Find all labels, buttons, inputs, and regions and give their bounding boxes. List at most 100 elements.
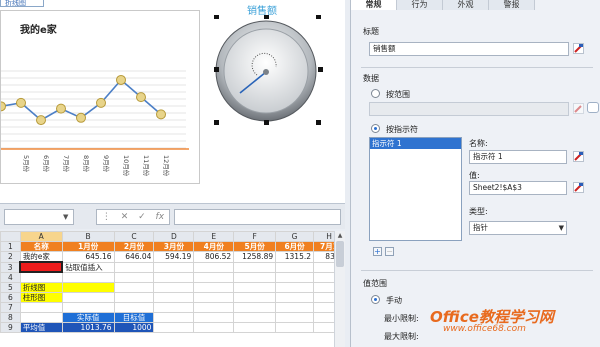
data-point[interactable] <box>116 74 126 85</box>
cell[interactable] <box>275 311 315 323</box>
data-point[interactable] <box>56 103 66 114</box>
cell[interactable] <box>113 271 155 283</box>
tab-appearance[interactable]: 外观 <box>443 0 489 10</box>
formula-input[interactable] <box>174 209 341 225</box>
cell[interactable] <box>275 261 315 273</box>
cell[interactable] <box>233 271 277 283</box>
cell[interactable] <box>275 291 315 303</box>
cell[interactable] <box>193 271 235 283</box>
cell[interactable]: 6月份 <box>275 241 315 252</box>
data-point[interactable] <box>36 115 46 126</box>
value-picker-icon[interactable] <box>573 182 584 193</box>
cell[interactable]: 1月份 <box>61 241 115 252</box>
cell[interactable] <box>233 261 277 273</box>
by-indicator-radio[interactable] <box>371 124 380 133</box>
col-header[interactable]: D <box>153 231 195 242</box>
cell[interactable]: 1258.89 <box>233 251 277 263</box>
cell[interactable] <box>193 261 235 273</box>
comment-icon[interactable] <box>587 102 599 113</box>
cell[interactable] <box>193 291 235 303</box>
row-header[interactable]: 4 <box>0 271 21 283</box>
cell[interactable]: 目标值 <box>113 311 155 323</box>
row-header[interactable]: 8 <box>0 311 21 323</box>
cell[interactable]: 实际值 <box>61 311 115 323</box>
corner-cell[interactable] <box>0 231 21 242</box>
cell[interactable] <box>193 311 235 323</box>
cell[interactable]: 4月份 <box>193 241 235 252</box>
tab-behavior[interactable]: 行为 <box>397 0 443 10</box>
cell[interactable] <box>19 301 63 313</box>
tab-alerts[interactable]: 警报 <box>489 0 535 10</box>
cell[interactable] <box>113 291 155 303</box>
cell[interactable] <box>19 311 63 323</box>
data-point[interactable] <box>16 97 26 108</box>
cell[interactable] <box>113 281 155 293</box>
data-point[interactable] <box>76 112 86 123</box>
data-point[interactable] <box>0 101 6 112</box>
selected-cell[interactable] <box>19 261 64 273</box>
confirm-icon[interactable]: ✓ <box>138 212 146 222</box>
cell[interactable]: 我的e家 <box>19 251 63 263</box>
cell[interactable]: 645.16 <box>61 251 115 263</box>
add-icon[interactable]: + <box>373 247 382 256</box>
col-header[interactable]: E <box>193 231 235 242</box>
cell[interactable]: 646.04 <box>113 251 155 263</box>
cell[interactable] <box>153 291 195 303</box>
cell[interactable] <box>153 301 195 313</box>
cell[interactable] <box>275 271 315 283</box>
value-input[interactable]: Sheet2!$A$3 <box>469 181 567 195</box>
row-header[interactable]: 2 <box>0 251 21 263</box>
col-header[interactable]: C <box>113 231 155 242</box>
indicator-list[interactable]: 指示符 1 <box>369 137 462 241</box>
col-header[interactable]: G <box>275 231 315 242</box>
data-point[interactable] <box>136 92 146 103</box>
cell[interactable] <box>61 291 115 303</box>
list-item[interactable]: 指示符 1 <box>370 138 461 149</box>
drag-handle-icon[interactable]: ⋮ <box>102 212 111 222</box>
tab-general[interactable]: 常规 <box>351 0 397 10</box>
name-picker-icon[interactable] <box>573 151 584 162</box>
line-chart-object[interactable]: 5月份 6月份 7月份 8月份 9月份 10月份 11月份 12月份 <box>0 10 200 184</box>
cell[interactable] <box>61 281 115 293</box>
cell[interactable] <box>275 281 315 293</box>
cancel-icon[interactable]: ✕ <box>121 212 129 222</box>
cell[interactable]: 柱形图 <box>19 291 63 303</box>
cell[interactable] <box>153 321 195 333</box>
cell[interactable]: 平均值 <box>19 321 63 333</box>
cell[interactable] <box>153 311 195 323</box>
row-header[interactable]: 5 <box>0 281 21 293</box>
cell[interactable] <box>113 301 155 313</box>
gauge-object[interactable] <box>210 15 328 125</box>
cell[interactable] <box>153 261 195 273</box>
cell[interactable] <box>193 301 235 313</box>
cell[interactable]: 名称 <box>19 241 63 252</box>
cell[interactable] <box>113 261 155 273</box>
name-input[interactable]: 指示符 1 <box>469 150 567 164</box>
cell[interactable]: 1000 <box>113 321 155 333</box>
cell[interactable]: 5月份 <box>233 241 277 252</box>
function-icon[interactable]: fx <box>156 212 165 222</box>
chevron-down-icon[interactable]: ▼ <box>559 222 564 234</box>
by-range-radio[interactable] <box>371 89 380 98</box>
cell-picker-icon[interactable] <box>573 43 584 54</box>
cell[interactable] <box>193 321 235 333</box>
cell[interactable] <box>233 321 277 333</box>
cell[interactable] <box>153 271 195 283</box>
chart-tab-chip[interactable]: 折线图 <box>0 0 44 7</box>
type-select[interactable]: 指针 ▼ <box>469 221 567 235</box>
cell[interactable] <box>193 281 235 293</box>
row-header[interactable]: 3 <box>0 261 21 273</box>
cell[interactable] <box>275 321 315 333</box>
cell[interactable] <box>19 271 63 283</box>
cell[interactable]: 2月份 <box>113 241 155 252</box>
cell[interactable] <box>233 311 277 323</box>
cell[interactable] <box>233 301 277 313</box>
data-point[interactable] <box>156 109 166 120</box>
scroll-up-icon[interactable]: ▲ <box>336 233 344 239</box>
cell[interactable] <box>233 281 277 293</box>
cell[interactable] <box>61 271 115 283</box>
row-header[interactable]: 9 <box>0 321 21 333</box>
cell[interactable]: 594.19 <box>153 251 195 263</box>
row-header[interactable]: 7 <box>0 301 21 313</box>
col-header[interactable]: A <box>19 231 63 242</box>
